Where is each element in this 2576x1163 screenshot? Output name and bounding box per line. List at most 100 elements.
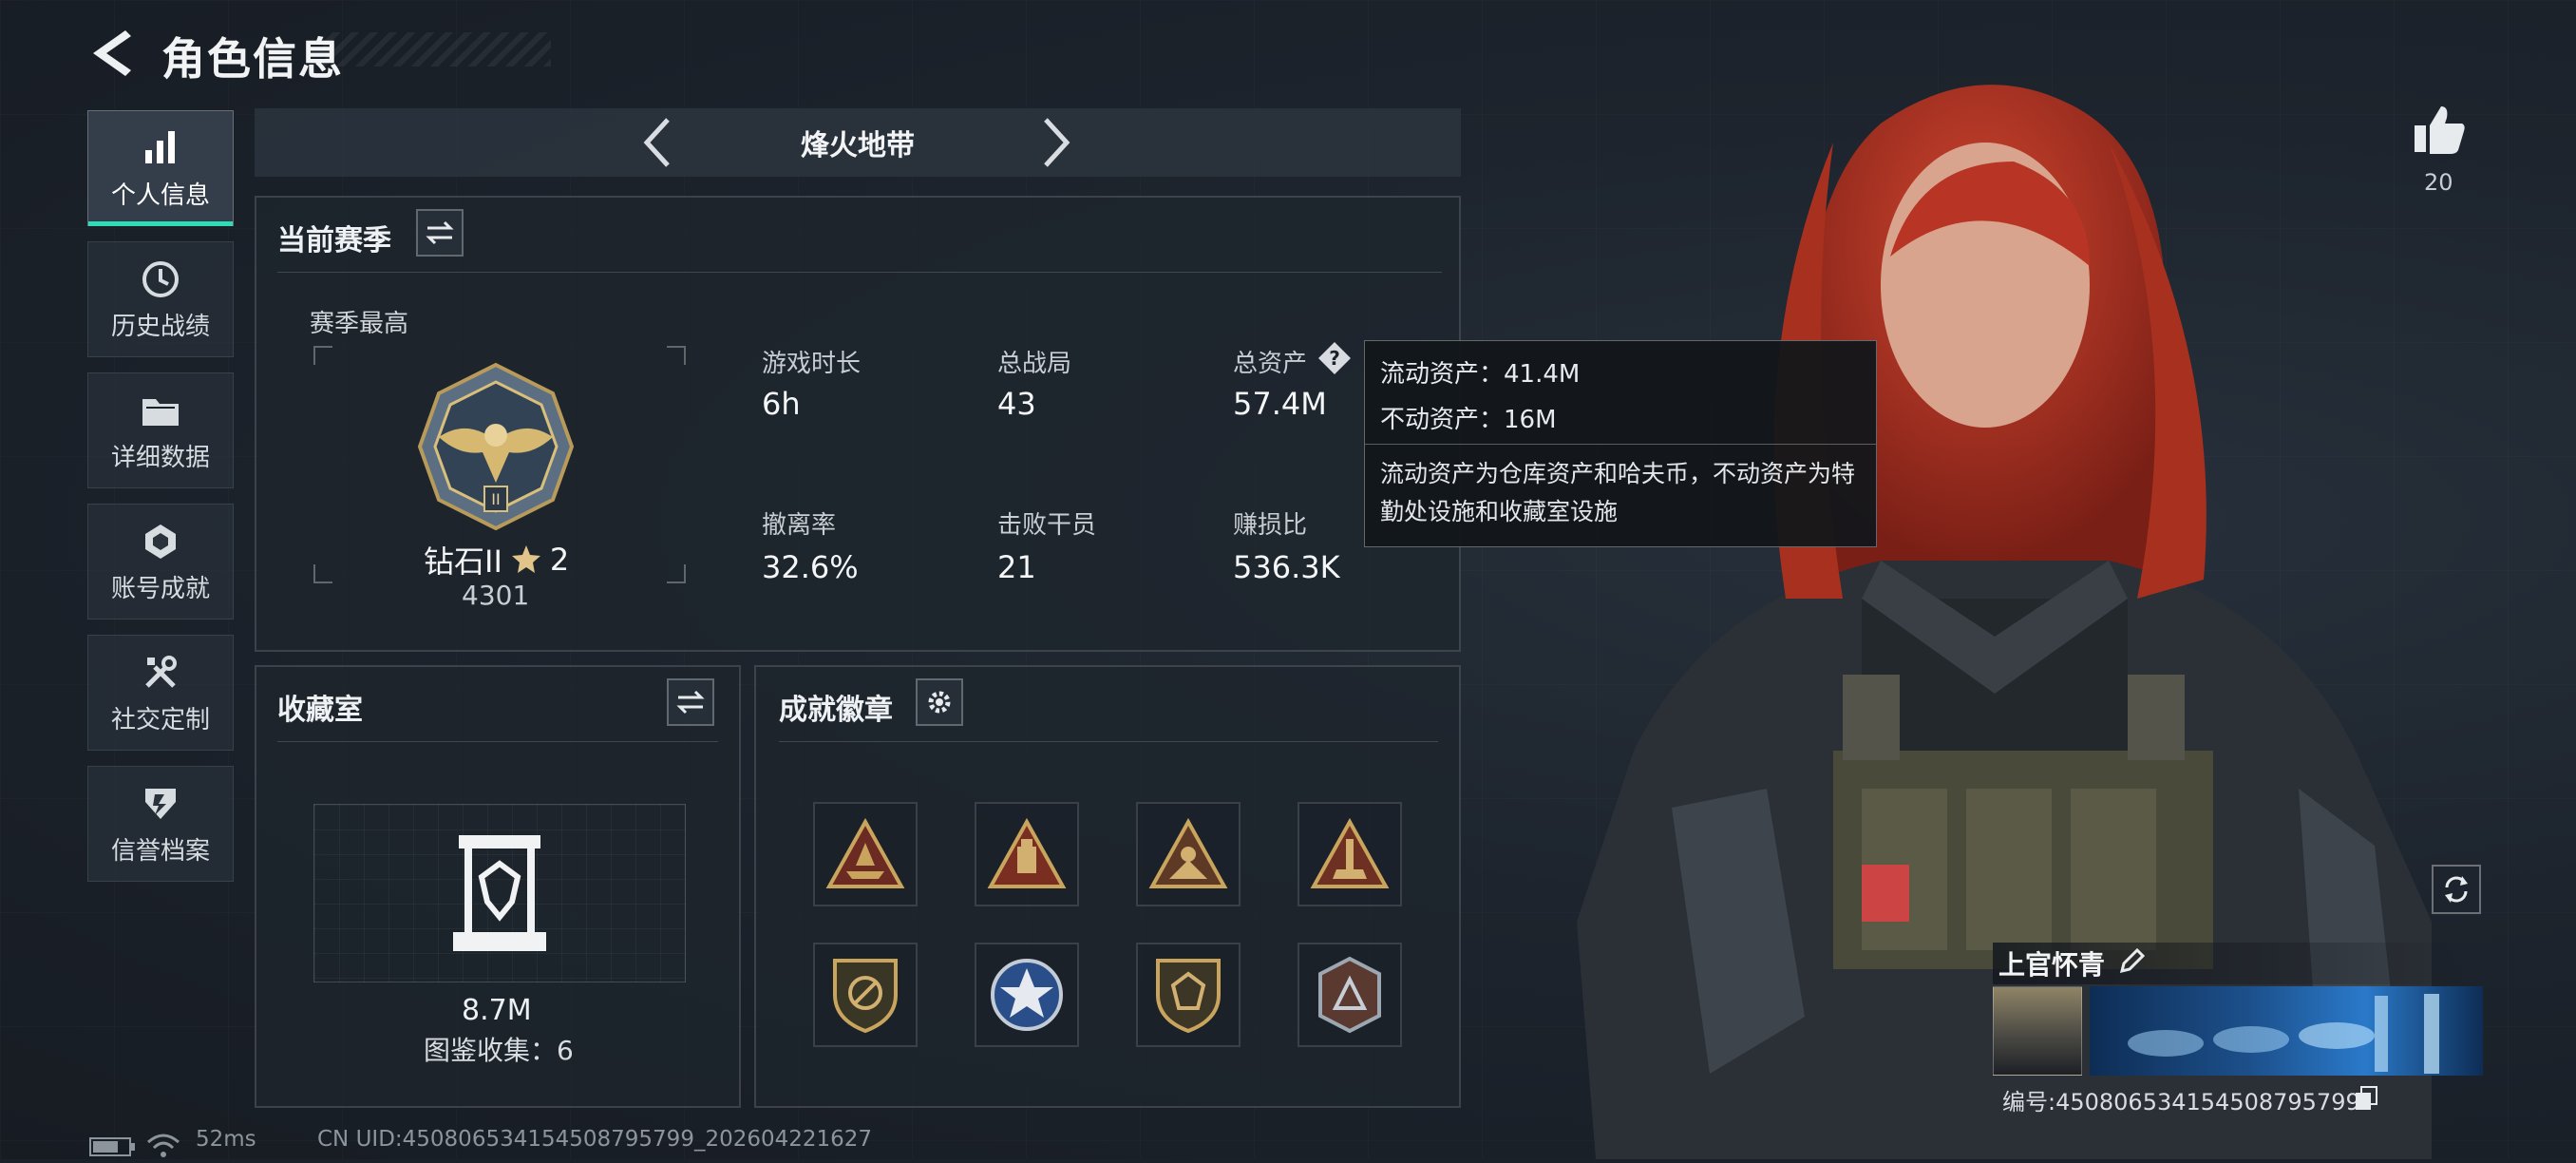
chevron-right-icon: [1044, 118, 1070, 167]
svg-text:II: II: [491, 490, 500, 508]
profile-name: 上官怀青: [1998, 949, 2106, 981]
badge-icon: [139, 520, 182, 563]
wifi-icon: [146, 1133, 180, 1163]
stat-label: 游戏时长: [762, 350, 862, 378]
folder-icon: [139, 389, 182, 432]
stat-value: 536.3K: [1233, 549, 1340, 585]
refresh-icon: [2445, 876, 2468, 903]
tooltip-liquid-assets: 流动资产：41.4M: [1380, 360, 1581, 389]
stat-value: 57.4M: [1233, 386, 1327, 422]
swap-icon: [676, 690, 705, 715]
thumbs-up-icon: [2415, 106, 2465, 154]
rank-name-row: 钻石II 2: [424, 538, 569, 582]
triangle-badge-icon: [987, 818, 1067, 888]
hexagon-badge-icon: [1318, 956, 1381, 1034]
bar-chart-icon: [139, 126, 182, 170]
stat-value: 6h: [762, 386, 801, 422]
next-mode-button[interactable]: [1037, 114, 1075, 171]
stat-value: 32.6%: [762, 549, 859, 585]
profile-banner[interactable]: [2090, 986, 2483, 1076]
refresh-button[interactable]: [2432, 865, 2481, 914]
triangle-badge-icon: [825, 818, 905, 888]
sidebar-item-label: 历史战绩: [110, 312, 210, 341]
season-switch-button[interactable]: [416, 209, 464, 257]
stat-label: 击败干员: [997, 511, 1097, 540]
asset-tooltip: 流动资产：41.4M 不动资产：16M 流动资产为仓库资产和哈夫币，不动资产为特…: [1364, 340, 1877, 547]
tools-icon: [139, 651, 182, 695]
divider: [779, 741, 1438, 742]
achievement-badge[interactable]: [1136, 802, 1241, 906]
star-icon: [511, 545, 540, 573]
battery-icon: [89, 1136, 137, 1161]
sidebar-item-label: 社交定制: [110, 705, 210, 734]
triangle-badge-icon: [1310, 818, 1390, 888]
sidebar-item-achievements[interactable]: 账号成就: [87, 504, 234, 620]
season-title: 当前赛季: [277, 224, 391, 257]
sidebar-item-personal-info[interactable]: 个人信息: [87, 110, 234, 226]
sidebar-item-detailed-data[interactable]: 详细数据: [87, 372, 234, 488]
shield-badge-icon: [1156, 959, 1221, 1034]
like-button[interactable]: [2411, 103, 2468, 160]
edit-name-button[interactable]: [2118, 946, 2147, 979]
clock-history-icon: [139, 257, 182, 301]
sidebar-item-reputation[interactable]: 信誉档案: [87, 766, 234, 882]
banner-art: [2128, 994, 2439, 1074]
stat-value: 43: [997, 386, 1036, 422]
divider: [277, 741, 718, 742]
asset-help-button[interactable]: ?: [1316, 340, 1353, 380]
achievements-settings-button[interactable]: [916, 678, 963, 726]
achievement-badge[interactable]: [975, 943, 1079, 1047]
sidebar-item-label: 个人信息: [110, 181, 210, 210]
achievement-badge[interactable]: [975, 802, 1079, 906]
achievement-badge[interactable]: [813, 802, 918, 906]
profile-id: 编号:450806534154508795799: [2002, 1089, 2360, 1115]
avatar[interactable]: [1993, 986, 2082, 1076]
frame-corner: [667, 564, 686, 583]
question-icon: ?: [1318, 342, 1351, 374]
copy-icon: [2356, 1086, 2377, 1110]
svg-text:?: ?: [1329, 347, 1340, 370]
stat-label: 撤离率: [762, 511, 837, 540]
display-case-icon: [453, 835, 546, 951]
pencil-icon: [2119, 947, 2146, 974]
season-best-label: 赛季最高: [310, 310, 409, 338]
achievement-badge[interactable]: [1297, 802, 1402, 906]
achievement-badge[interactable]: [813, 943, 918, 1047]
title-decoration: [323, 32, 551, 67]
sidebar-item-label: 信誉档案: [110, 836, 210, 866]
rank-emblem: II: [410, 361, 581, 536]
collection-display[interactable]: [313, 804, 686, 982]
page-title: 角色信息: [161, 33, 344, 85]
collection-value: 8.7M: [462, 994, 532, 1027]
back-button[interactable]: [87, 27, 135, 80]
shield-icon: [139, 782, 182, 826]
stat-label: 总战局: [997, 350, 1072, 378]
sidebar-item-label: 详细数据: [110, 443, 210, 472]
collection-title: 收藏室: [277, 694, 363, 727]
collection-catalog: 图鉴收集：6: [424, 1035, 574, 1066]
swap-icon: [426, 220, 454, 245]
achievements-title: 成就徽章: [779, 694, 893, 727]
stat-label: 总资产: [1233, 350, 1308, 378]
collection-switch-button[interactable]: [667, 678, 714, 726]
sidebar-item-history[interactable]: 历史战绩: [87, 241, 234, 357]
sidebar-item-label: 账号成就: [110, 574, 210, 603]
triangle-badge-icon: [1148, 818, 1228, 888]
stat-value: 21: [997, 549, 1036, 585]
tooltip-description: 流动资产为仓库资产和哈夫币，不动资产为特勤处设施和收藏室设施: [1380, 460, 1856, 525]
back-arrow-icon: [93, 30, 131, 76]
ping-text: 52ms: [196, 1127, 256, 1152]
achievement-badge[interactable]: [1136, 943, 1241, 1047]
rank-name: 钻石II: [424, 543, 502, 580]
stat-label: 赚损比: [1233, 511, 1308, 540]
frame-corner: [667, 346, 686, 365]
frame-corner: [313, 564, 332, 583]
copy-id-button[interactable]: [2354, 1085, 2378, 1115]
sidebar-item-social[interactable]: 社交定制: [87, 635, 234, 751]
shield-badge-icon: [833, 959, 898, 1034]
tooltip-fixed-assets: 不动资产：16M: [1380, 406, 1557, 434]
tooltip-divider: [1365, 444, 1876, 445]
achievement-badge[interactable]: [1297, 943, 1402, 1047]
rank-score: 4301: [462, 580, 530, 611]
uid-text: CN UID:450806534154508795799_20260422162…: [317, 1127, 873, 1152]
